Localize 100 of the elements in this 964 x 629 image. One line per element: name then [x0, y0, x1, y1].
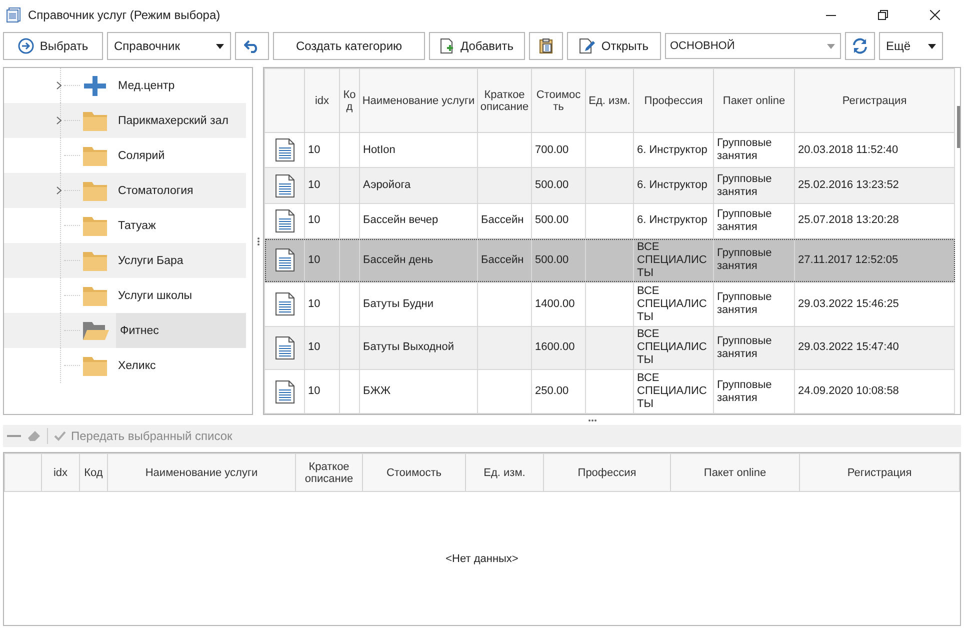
table-cell: 29.03.2022 15:46:25 — [794, 282, 954, 326]
edit-document-icon — [579, 38, 596, 54]
table-cell: 10 — [304, 238, 340, 282]
clipboard-icon — [539, 38, 553, 54]
column-header[interactable]: Наименование услуги — [108, 454, 296, 492]
create-category-button[interactable]: Создать категорию — [273, 32, 425, 60]
table-cell: Батуты Будни — [360, 282, 478, 326]
empty-message: <Нет данных> — [446, 552, 518, 564]
table-cell: 6. Инструктор — [634, 168, 714, 204]
folder-icon — [82, 214, 108, 236]
add-document-icon — [440, 38, 454, 54]
column-header[interactable]: idx — [304, 68, 340, 132]
document-icon — [274, 138, 294, 162]
table-cell: 500.00 — [532, 238, 586, 282]
folder-icon — [82, 180, 108, 202]
open-folder-icon — [82, 320, 110, 342]
folder-icon — [82, 250, 108, 272]
column-header[interactable]: Профессия — [544, 454, 670, 492]
expand-icon[interactable] — [56, 81, 62, 90]
table-cell: 10 — [304, 168, 340, 204]
folder-icon — [82, 144, 108, 166]
column-header[interactable]: Краткое описание — [478, 68, 532, 132]
column-header[interactable]: Пакет online — [670, 454, 800, 492]
undo-icon — [244, 39, 260, 53]
table-cell: Групповые занятия — [714, 282, 794, 326]
column-header[interactable]: Регистрация — [794, 68, 954, 132]
check-icon — [54, 431, 66, 441]
open-button[interactable]: Открыть — [567, 32, 661, 60]
table-cell: 10 — [304, 326, 340, 370]
table-cell: 1600.00 — [532, 326, 586, 370]
table-cell: Групповые занятия — [714, 326, 794, 370]
more-dropdown[interactable]: Ещё — [879, 32, 943, 60]
table-cell: Аэройога — [360, 168, 478, 204]
table-cell: 25.02.2016 13:23:52 — [794, 168, 954, 204]
table-cell: 29.03.2022 15:47:40 — [794, 326, 954, 370]
tree-item[interactable]: Хеликс — [114, 348, 160, 383]
table-cell: ВСЕ СПЕЦИАЛИСТЫ — [634, 326, 714, 370]
table-cell: Групповые занятия — [714, 238, 794, 282]
arrow-circle-icon — [18, 38, 34, 54]
column-header[interactable]: Регистрация — [800, 454, 960, 492]
table-cell: 27.11.2017 12:52:05 — [794, 238, 954, 282]
select-button[interactable]: Выбрать — [3, 32, 103, 60]
paste-button[interactable] — [529, 32, 563, 60]
table-cell: ВСЕ СПЕЦИАЛИСТЫ — [634, 282, 714, 326]
document-icon — [274, 336, 294, 360]
tree-item[interactable]: Мед.центр — [114, 68, 179, 103]
expand-icon[interactable] — [56, 116, 62, 125]
undo-button[interactable] — [235, 32, 269, 60]
scrollbar-thumb[interactable] — [957, 106, 960, 148]
caret-icon — [928, 44, 936, 48]
folder-icon — [82, 284, 108, 306]
column-header[interactable]: Краткое описание — [296, 454, 362, 492]
folder-icon — [82, 110, 108, 132]
column-header[interactable]: idx — [42, 454, 80, 492]
column-header[interactable]: Стоимость — [362, 454, 466, 492]
add-button[interactable]: Добавить — [429, 32, 525, 60]
table-cell: 10 — [304, 370, 340, 414]
document-icon — [274, 208, 294, 233]
restore-icon[interactable] — [878, 10, 888, 20]
table-cell: БЖЖ — [360, 370, 478, 414]
table-cell: 250.00 — [532, 370, 586, 414]
column-header[interactable]: Наименование услуги — [360, 68, 478, 132]
column-header[interactable]: Ед. изм. — [586, 68, 634, 132]
document-icon — [274, 380, 294, 404]
table-cell: Групповые занятия — [714, 168, 794, 204]
table-cell: 24.09.2020 10:08:58 — [794, 370, 954, 414]
table-cell: 1400.00 — [532, 282, 586, 326]
profile-combo[interactable]: ОСНОВНОЙ — [665, 33, 841, 59]
tree-item[interactable]: Солярий — [114, 138, 169, 173]
table-cell: Бассейн день — [360, 238, 478, 282]
column-header[interactable]: Код — [340, 68, 360, 132]
caret-icon — [827, 44, 835, 48]
document-icon — [274, 292, 294, 316]
catalog-icon — [6, 7, 22, 23]
folder-icon — [82, 354, 108, 376]
tree-item[interactable]: Услуги школы — [114, 278, 196, 313]
refresh-button[interactable] — [845, 32, 875, 60]
column-header[interactable]: Профессия — [634, 68, 714, 132]
window-title: Справочник услуг (Режим выбора) — [28, 8, 220, 22]
splitter-handle-icon[interactable] — [588, 418, 596, 422]
column-header[interactable]: Стоимость — [532, 68, 586, 132]
close-icon[interactable] — [930, 10, 940, 20]
catalog-dropdown[interactable]: Справочник — [107, 32, 231, 60]
caret-icon — [216, 44, 224, 48]
column-header[interactable]: Ед. изм. — [466, 454, 544, 492]
refresh-icon — [852, 38, 868, 54]
table-cell: ВСЕ СПЕЦИАЛИСТЫ — [634, 370, 714, 414]
column-header[interactable]: Пакет online — [714, 68, 794, 132]
tree-item[interactable]: Фитнес — [116, 313, 246, 348]
document-icon — [274, 174, 294, 198]
tree-item[interactable]: Татуаж — [114, 208, 160, 243]
splitter-handle-icon[interactable] — [256, 236, 260, 246]
table-cell: Групповые занятия — [714, 370, 794, 414]
table-cell: Бассейн — [478, 238, 532, 282]
column-header[interactable]: Код — [80, 454, 108, 492]
table-cell: Батуты Выходной — [360, 326, 478, 370]
table-cell: 500.00 — [532, 168, 586, 204]
expand-icon[interactable] — [56, 186, 62, 195]
table-cell: ВСЕ СПЕЦИАЛИСТЫ — [634, 238, 714, 282]
document-icon — [274, 248, 294, 272]
